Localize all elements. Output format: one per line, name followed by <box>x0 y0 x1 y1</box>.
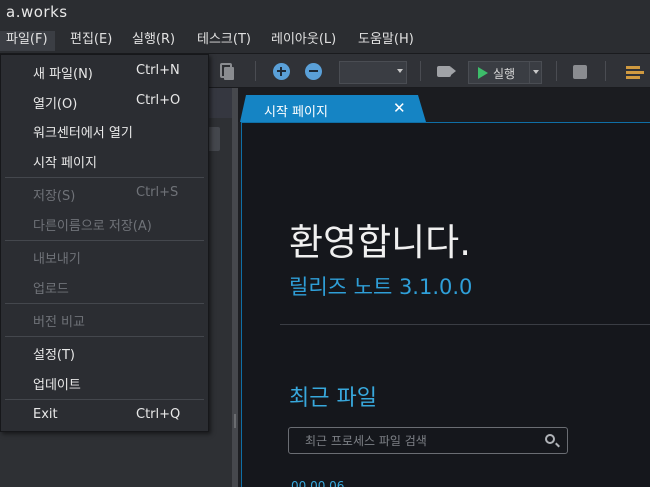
file-menu-open-workcenter[interactable]: 워크센터에서 열기 <box>33 122 133 141</box>
menu-edit[interactable]: 편집(E) <box>70 31 112 51</box>
tab-start-page[interactable]: 시작 페이지 ✕ <box>240 95 426 122</box>
welcome-heading: 환영합니다. <box>289 221 471 264</box>
file-menu-settings[interactable]: 설정(T) <box>33 344 75 363</box>
menu-run[interactable]: 실행(R) <box>132 31 175 51</box>
file-menu-start-page[interactable]: 시작 페이지 <box>33 152 97 171</box>
file-menu-upload: 업로드 <box>33 282 69 297</box>
toolbar-separator <box>420 61 421 81</box>
file-menu-save-as: 다른이름으로 저장(A) <box>33 219 152 234</box>
toolbar-separator <box>605 61 606 81</box>
chevron-down-icon[interactable] <box>533 70 539 74</box>
shortcut-label: Ctrl+N <box>136 63 180 78</box>
divider <box>280 324 650 325</box>
zoom-select[interactable] <box>339 61 407 84</box>
run-split <box>529 62 530 83</box>
file-menu-save: 저장(S) <box>33 189 76 204</box>
play-icon <box>478 67 488 79</box>
menu-task[interactable]: 테스크(T) <box>197 31 251 51</box>
splitter-grip[interactable] <box>234 414 236 428</box>
shortcut-label: Ctrl+S <box>136 185 179 200</box>
menu-bar: 파일(F) 편집(E) 실행(R) 테스크(T) 레이아웃(L) 도움말(H) <box>0 26 650 54</box>
recent-files-title: 최근 파일 <box>289 386 377 411</box>
zoom-in-icon[interactable] <box>273 63 290 80</box>
file-menu-open[interactable]: 열기(O) <box>33 93 77 112</box>
recent-search-placeholder: 최근 프로세스 파일 검색 <box>305 434 427 448</box>
recent-file-date: 00.00.06 <box>291 480 345 487</box>
menu-separator <box>5 399 204 400</box>
file-menu-exit[interactable]: Exit <box>33 407 58 422</box>
menu-separator <box>5 336 204 337</box>
run-button-label: 실행 <box>493 67 516 81</box>
shortcut-label: Ctrl+O <box>136 93 181 108</box>
menu-separator <box>5 303 204 304</box>
tab-label: 시작 페이지 <box>264 105 328 120</box>
chevron-down-icon <box>397 69 403 73</box>
file-menu-dropdown: 새 파일(N) Ctrl+N 열기(O) Ctrl+O 워크센터에서 열기 시작… <box>0 54 209 432</box>
file-menu-new[interactable]: 새 파일(N) <box>33 63 93 82</box>
close-icon[interactable]: ✕ <box>393 99 406 117</box>
zoom-out-icon[interactable] <box>305 63 322 80</box>
file-menu-version-compare: 버전 비교 <box>33 315 85 330</box>
file-menu-update[interactable]: 업데이트 <box>33 374 81 393</box>
shortcut-label: Ctrl+Q <box>136 407 181 422</box>
menu-separator <box>5 177 204 178</box>
recent-search-input[interactable]: 최근 프로세스 파일 검색 <box>288 427 568 454</box>
toolbar-separator <box>255 61 256 81</box>
release-notes-link[interactable]: 릴리즈 노트 3.1.0.0 <box>289 271 472 301</box>
copy-icon[interactable] <box>220 63 234 80</box>
stop-icon[interactable] <box>573 65 587 79</box>
run-button[interactable]: 실행 <box>468 61 542 84</box>
camera-icon[interactable] <box>437 66 456 77</box>
panel-splitter[interactable] <box>232 88 238 487</box>
menu-separator <box>5 240 204 241</box>
toolbar-separator <box>556 61 557 81</box>
menu-file[interactable]: 파일(F) <box>0 31 55 51</box>
export-icon[interactable] <box>626 66 646 79</box>
menu-help[interactable]: 도움말(H) <box>358 31 414 51</box>
title-bar: a.works <box>0 0 650 26</box>
app-title: a.works <box>6 3 68 21</box>
search-icon[interactable] <box>545 434 555 444</box>
menu-layout[interactable]: 레이아웃(L) <box>271 31 336 51</box>
file-menu-export: 내보내기 <box>33 252 81 267</box>
